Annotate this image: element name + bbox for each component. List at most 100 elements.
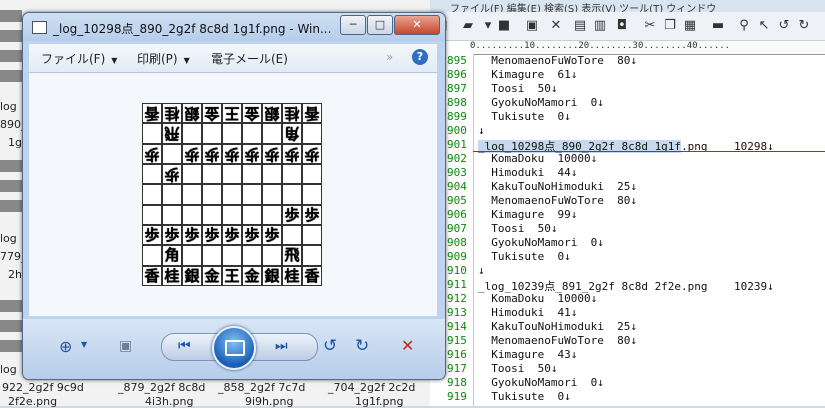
line-number: 911: [447, 278, 467, 291]
rotate-ccw-icon[interactable]: ↺: [323, 336, 337, 356]
gote-piece: 歩: [204, 144, 220, 163]
editor-line[interactable]: MenomaenoFuWoTore 80↓: [478, 54, 637, 67]
thumbnail[interactable]: [0, 340, 22, 352]
thumbnail-label[interactable]: 4i3h.png: [145, 395, 193, 408]
editor-line[interactable]: MenomaenoFuWoTore 80↓: [478, 194, 637, 207]
save-icon[interactable]: ■: [496, 18, 512, 34]
thumbnail[interactable]: [0, 300, 22, 312]
menu-file[interactable]: ファイル(F) ▼: [41, 50, 117, 67]
sente-piece: 角: [164, 246, 180, 265]
thumbnail[interactable]: [0, 160, 22, 172]
sente-piece: 金: [244, 266, 260, 285]
close-file-icon[interactable]: ✕: [548, 18, 564, 34]
thumbnail-label[interactable]: _704_2g2f 2c2d: [328, 381, 415, 394]
editor-line[interactable]: MenomaenoFuWoTore 80↓: [478, 334, 637, 347]
next-icon[interactable]: ⏭: [275, 338, 288, 354]
editor-line[interactable]: Tukisute 0↓: [478, 390, 570, 403]
search-icon[interactable]: ⚲: [736, 18, 752, 34]
delete-icon[interactable]: ✕: [401, 336, 414, 355]
cut-icon[interactable]: ✂: [642, 18, 658, 34]
editor-line[interactable]: GyokuNoMamori 0↓: [478, 376, 604, 389]
editor-line[interactable]: Tukisute 0↓: [478, 110, 570, 123]
title-bar[interactable]: _log_10298点_890_2g2f 8c8d 1g1f.png - Win…: [23, 13, 445, 41]
editor-line[interactable]: Himoduki 41↓: [478, 306, 577, 319]
gote-piece: 銀: [184, 104, 200, 123]
gote-piece: 桂: [284, 104, 300, 123]
sente-piece: 香: [144, 266, 160, 285]
thumbnail-label[interactable]: 922_2g2f 9c9d: [2, 381, 84, 394]
previous-icon[interactable]: ⏮: [178, 338, 191, 354]
lock-icon[interactable]: ◘: [614, 18, 630, 34]
rotate-cw-icon[interactable]: ↻: [355, 336, 369, 356]
column-ruler: 0.........10........20........30........…: [470, 41, 825, 55]
minimize-button[interactable]: ─: [340, 15, 366, 35]
line-number: 897: [447, 82, 467, 95]
paste-icon[interactable]: ▦: [682, 18, 698, 34]
actual-size-icon[interactable]: ▣: [119, 338, 132, 354]
open-folder-icon[interactable]: ▰: [460, 18, 476, 34]
viewer-control-bar: ⊕ ▼ ▣ ⏮ ⏭ ↺ ↻ ✕: [23, 319, 445, 379]
sente-piece: 歩: [224, 226, 240, 244]
editor-line[interactable]: Toosi 50↓: [478, 362, 557, 375]
editor-menu-fragment[interactable]: ファイル(F) 編集(E) 検索(S) 表示(V) ツール(T) ウィンドウ: [450, 4, 716, 12]
replace-icon[interactable]: ↻: [796, 18, 812, 34]
menu-print[interactable]: 印刷(P) ▼: [137, 50, 190, 67]
board-square: [202, 204, 222, 225]
keyboard-icon[interactable]: ▬: [710, 18, 726, 34]
board-square: [142, 123, 162, 144]
sente-piece: 歩: [284, 205, 300, 224]
dropdown-icon[interactable]: ▾: [480, 18, 496, 34]
thumbnail-label[interactable]: 2f2e.png: [8, 395, 57, 408]
thumbnail-label[interactable]: _879_2g2f 8c8d: [118, 381, 205, 394]
editor-line[interactable]: KomaDoku 10000↓: [478, 152, 597, 165]
thumbnail-label[interactable]: 9i9h.png: [245, 395, 293, 408]
thumbnail[interactable]: [0, 180, 22, 192]
sente-piece: 歩: [264, 226, 280, 244]
sente-piece: 銀: [264, 266, 280, 285]
find-next-icon[interactable]: ↺: [776, 18, 792, 34]
editor-line[interactable]: Kimagure 99↓: [478, 208, 577, 221]
chevron-down-icon[interactable]: ▼: [81, 340, 87, 349]
board-square: [222, 164, 242, 185]
thumbnail[interactable]: [0, 30, 22, 42]
close-button[interactable]: ✕: [394, 15, 440, 35]
thumbnail-label[interactable]: 1g1f.png: [355, 395, 404, 408]
editor-line[interactable]: Kimagure 43↓: [478, 348, 577, 361]
print-icon[interactable]: ▥: [592, 18, 608, 34]
line-number: 908: [447, 236, 467, 249]
thumbnail-label[interactable]: _858_2g2f 7c7d: [218, 381, 305, 394]
editor-line[interactable]: ↓: [478, 124, 485, 137]
board-square: [222, 204, 242, 225]
overflow-chevron-icon[interactable]: »: [386, 50, 393, 64]
editor-line[interactable]: Tukisute 0↓: [478, 250, 570, 263]
line-number: 896: [447, 68, 467, 81]
thumbnail[interactable]: [0, 70, 22, 82]
board-square: [282, 184, 302, 205]
menu-email[interactable]: 電子メール(E): [211, 50, 288, 67]
maximize-button[interactable]: □: [367, 15, 393, 35]
thumbnail[interactable]: [0, 320, 22, 332]
save-all-icon[interactable]: ▣: [524, 18, 540, 34]
editor-line[interactable]: GyokuNoMamori 0↓: [478, 236, 604, 249]
thumbnail[interactable]: [0, 50, 22, 62]
zoom-icon[interactable]: ⊕: [59, 337, 72, 356]
board-square: [242, 164, 262, 185]
find-prev-icon[interactable]: ↖: [756, 18, 772, 34]
editor-line[interactable]: KomaDoku 10000↓: [478, 292, 597, 305]
editor-menubar[interactable]: ファイル(F) 編集(E) 検索(S) 表示(V) ツール(T) ウィンドウ: [430, 0, 825, 12]
print-preview-icon[interactable]: ▤: [572, 18, 588, 34]
board-square: [262, 164, 282, 185]
editor-line[interactable]: Toosi 50↓: [478, 222, 557, 235]
editor-line[interactable]: ↓: [478, 264, 485, 277]
editor-line[interactable]: KakuTouNoHimoduki 25↓: [478, 320, 637, 333]
editor-line[interactable]: KakuTouNoHimoduki 25↓: [478, 180, 637, 193]
thumbnail[interactable]: [0, 10, 22, 22]
editor-line[interactable]: Toosi 50↓: [478, 82, 557, 95]
copy-icon[interactable]: ❐: [662, 18, 678, 34]
help-icon[interactable]: ?: [412, 49, 428, 65]
slideshow-button[interactable]: [212, 326, 256, 370]
editor-line[interactable]: GyokuNoMamori 0↓: [478, 96, 604, 109]
editor-line[interactable]: Kimagure 61↓: [478, 68, 577, 81]
thumbnail[interactable]: [0, 200, 22, 212]
editor-line[interactable]: Himoduki 44↓: [478, 166, 577, 179]
